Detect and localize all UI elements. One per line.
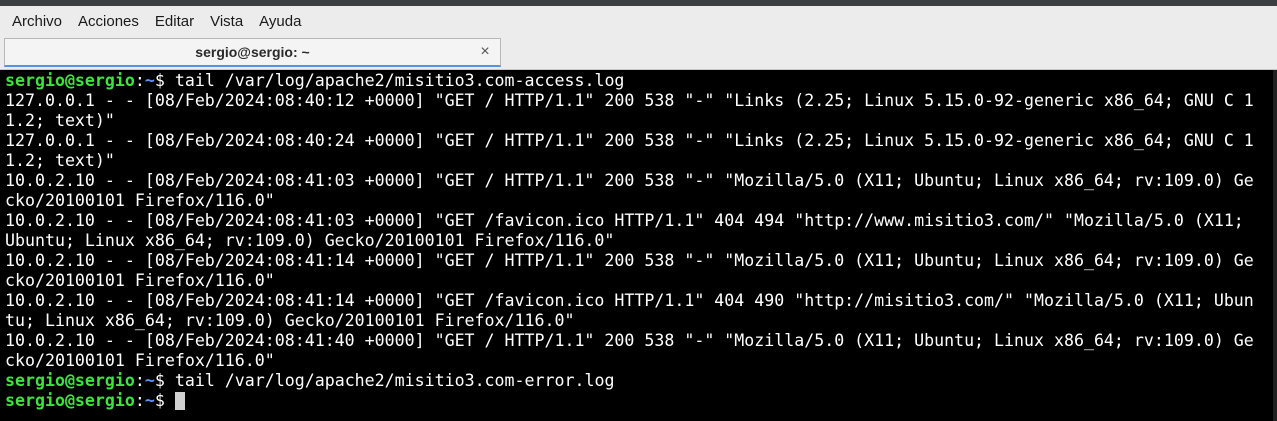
log-line: 10.0.2.10 - - [08/Feb/2024:08:41:40 +000… [5,331,1254,350]
prompt-symbol: $ [154,391,175,410]
log-line: 1.2; text)" [5,151,115,170]
terminal-window: Archivo Acciones Editar Vista Ayuda serg… [0,0,1277,421]
log-line: 1.2; text)" [5,111,115,130]
log-line: 127.0.0.1 - - [08/Feb/2024:08:40:24 +000… [5,131,1254,150]
text-cursor [174,392,185,410]
command-text: tail /var/log/apache2/misitio3.com-acces… [174,71,625,90]
log-line: 10.0.2.10 - - [08/Feb/2024:08:41:03 +000… [5,171,1254,190]
menu-archivo[interactable]: Archivo [6,6,68,37]
prompt-user-host: sergio@sergio [5,371,135,390]
close-icon[interactable]: × [476,43,494,61]
log-line: cko/20100101 Firefox/116.0" [5,191,275,210]
active-prompt-line[interactable]: sergio@sergio:~$ [5,391,1277,411]
menu-ayuda[interactable]: Ayuda [253,6,307,37]
prompt-user-host: sergio@sergio [5,71,135,90]
tab-terminal[interactable]: sergio@sergio: ~ × [4,38,501,67]
tab-title: sergio@sergio: ~ [195,44,310,60]
command-line: sergio@sergio:~$ tail /var/log/apache2/m… [5,71,1277,91]
log-line: 10.0.2.10 - - [08/Feb/2024:08:41:03 +000… [5,211,1244,230]
prompt-path: ~ [144,391,155,410]
tab-bar: sergio@sergio: ~ × [0,37,1277,70]
log-line: 127.0.0.1 - - [08/Feb/2024:08:40:12 +000… [5,91,1254,110]
prompt-separator: : [134,371,145,390]
log-line: 10.0.2.10 - - [08/Feb/2024:08:41:14 +000… [5,291,1254,310]
log-line: cko/20100101 Firefox/116.0" [5,351,275,370]
prompt-separator: : [134,391,145,410]
prompt-path: ~ [144,371,155,390]
log-line: Ubuntu; Linux x86_64; rv:109.0) Gecko/20… [5,231,615,250]
prompt-symbol: $ [154,71,175,90]
prompt-separator: : [134,71,145,90]
menu-vista[interactable]: Vista [204,6,249,37]
log-line: 10.0.2.10 - - [08/Feb/2024:08:41:14 +000… [5,251,1254,270]
command-text: tail /var/log/apache2/misitio3.com-error… [174,371,615,390]
prompt-symbol: $ [154,371,175,390]
menu-editar[interactable]: Editar [149,6,200,37]
prompt-path: ~ [144,71,155,90]
log-line: tu; Linux x86_64; rv:109.0) Gecko/201001… [5,311,575,330]
menubar: Archivo Acciones Editar Vista Ayuda [0,6,1277,37]
menu-acciones[interactable]: Acciones [72,6,145,37]
terminal-scrollbar[interactable] [1273,70,1277,421]
command-line: sergio@sergio:~$ tail /var/log/apache2/m… [5,371,1277,391]
log-line: cko/20100101 Firefox/116.0" [5,271,275,290]
terminal-output[interactable]: sergio@sergio:~$ tail /var/log/apache2/m… [0,70,1277,421]
prompt-user-host: sergio@sergio [5,391,135,410]
